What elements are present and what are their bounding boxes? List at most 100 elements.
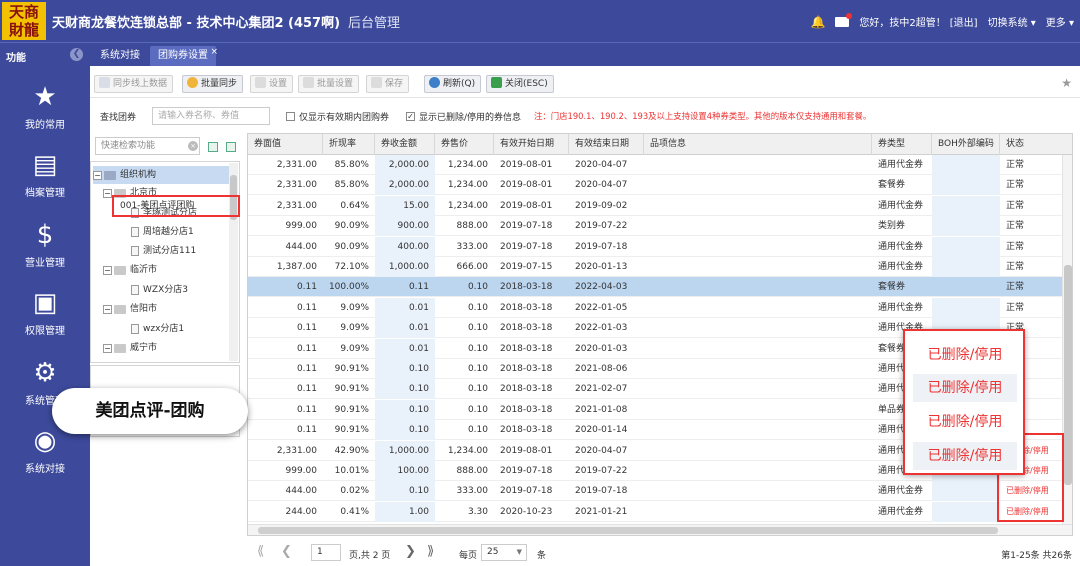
table-cell (644, 379, 872, 399)
column-header[interactable]: 券类型 (872, 134, 932, 155)
table-cell: 2,331.00 (276, 200, 317, 211)
expand-all-icon[interactable] (208, 142, 218, 152)
mail-icon[interactable] (835, 12, 853, 27)
table-cell: 2019-08-01 (500, 200, 553, 211)
tree-node-label: 组织机构 (120, 170, 157, 180)
search-input[interactable]: 请输入券名称、券值 (152, 107, 270, 125)
collapse-icon[interactable]: − (103, 304, 112, 314)
table-cell: 2019-07-18 (575, 241, 628, 252)
settings-button[interactable]: 设置 (250, 75, 294, 93)
tree-node-folder[interactable]: − 临沂市 (103, 261, 157, 279)
table-cell: 999.00 (285, 221, 318, 232)
store-icon (131, 227, 139, 237)
show-deleted-checkbox[interactable]: ✓ 显示已删除/停用的券信息 (406, 110, 521, 123)
table-row[interactable]: 1,387.00 72.10% 1,000.00 666.00 2019-07-15 20… (248, 257, 1072, 277)
refresh-button[interactable]: 刷新(Q) (424, 75, 482, 93)
page-input[interactable]: 1 (311, 544, 341, 561)
tree-node-folder[interactable]: − 威宁市 (103, 339, 157, 357)
table-row[interactable]: 0.11 9.09% 0.01 0.10 2018-03-18 2022-01-05 通用代… (248, 297, 1072, 318)
column-header[interactable]: 券收金额 (375, 134, 435, 155)
tree-node-store[interactable]: WZX分店3 (131, 281, 188, 299)
next-page-icon[interactable]: ❯ (405, 545, 416, 559)
column-header[interactable]: 状态 (1000, 134, 1064, 155)
checkbox-box[interactable] (286, 112, 295, 121)
tree-node-store[interactable]: 周培越分店1 (131, 223, 194, 241)
table-row[interactable]: 2,331.00 85.80% 2,000.00 1,234.00 2019-08-01… (248, 175, 1072, 196)
logout-link[interactable]: [退出] (950, 14, 978, 29)
table-cell: 2020-01-03 (575, 343, 628, 354)
checkbox-box[interactable]: ✓ (406, 112, 415, 121)
table-cell: 2018-03-18 (500, 343, 553, 354)
column-header[interactable]: BOH外部编码 (932, 134, 1000, 155)
table-cell: 正常 (1006, 262, 1025, 272)
sync-online-button[interactable]: 同步线上数据 (94, 75, 174, 93)
column-header[interactable]: 券售价 (435, 134, 494, 155)
tree-search-placeholder: 快速检索功能 (101, 141, 156, 151)
table-cell: 85.80% (334, 180, 369, 191)
store-icon (131, 285, 139, 295)
collapse-icon[interactable]: − (103, 343, 112, 353)
table-row[interactable]: 2,331.00 85.80% 2,000.00 1,234.00 2019-08-01… (248, 155, 1072, 175)
prev-page-icon[interactable]: ❮ (281, 545, 292, 559)
table-row[interactable]: 999.00 90.09% 900.00 888.00 2019-07-18 2019-0… (248, 216, 1072, 237)
pager: ⟪ ❮ 1 页,共 2 页 ❯ ⟫ 每页 25 ▼ 条 第1-25条 共26条 (247, 538, 1080, 566)
table-cell: 1,387.00 (276, 262, 317, 272)
scroll-thumb[interactable] (1064, 265, 1072, 485)
column-header[interactable]: 券面值 (248, 134, 323, 155)
more-menu[interactable]: 更多 ▾ (1046, 14, 1074, 29)
column-header[interactable]: 有效结束日期 (569, 134, 644, 155)
tree-node-store[interactable]: 测试分店111 (131, 242, 196, 260)
table-cell: 2,000.00 (375, 175, 435, 196)
table-cell: 0.10 (467, 302, 488, 313)
nav-item-favorites[interactable]: ★ 我的常用 (0, 82, 90, 131)
collapse-all-icon[interactable] (226, 142, 236, 152)
tree-node-folder[interactable]: − 信阳市 (103, 300, 157, 318)
table-cell: 2021-01-21 (575, 506, 628, 517)
per-page-select[interactable]: 25 ▼ (481, 544, 527, 561)
meituan-interface-item[interactable]: 001-美团点评团购 (112, 195, 240, 217)
clear-icon[interactable]: × (188, 141, 198, 151)
column-header[interactable]: 折现率 (323, 134, 375, 155)
batch-settings-button[interactable]: 批量设置 (298, 75, 360, 93)
collapse-nav-icon[interactable]: ❮ (70, 48, 83, 61)
table-row[interactable]: 444.00 90.09% 400.00 333.00 2019-07-18 2019-0… (248, 236, 1072, 257)
scroll-thumb[interactable] (258, 527, 998, 534)
valid-only-checkbox[interactable]: 仅显示有效期内团购券 (286, 110, 389, 123)
first-page-icon[interactable]: ⟪ (257, 545, 264, 559)
close-button[interactable]: 关闭(ESC) (486, 75, 554, 93)
table-row[interactable]: 444.00 0.02% 0.10 333.00 2019-07-18 2019-07-1… (248, 481, 1072, 502)
last-page-icon[interactable]: ⟫ (427, 545, 434, 559)
table-row[interactable]: 2,331.00 0.64% 15.00 1,234.00 2019-08-01 2019… (248, 195, 1072, 216)
tree-node-store[interactable]: wzx分店1 (131, 320, 184, 338)
table-cell: 0.11 (408, 282, 429, 293)
table-cell (932, 195, 1000, 216)
close-tab-icon[interactable]: × (210, 42, 218, 62)
save-button[interactable]: 保存 (366, 75, 410, 93)
switch-system-menu[interactable]: 切换系统 ▾ (988, 14, 1036, 29)
tab-system-integration[interactable]: 系统对接 (92, 46, 148, 67)
table-cell (932, 481, 1000, 502)
table-row[interactable]: 0.11 100.00% 0.11 0.10 2018-03-18 2022-04-03 套… (248, 277, 1072, 298)
column-header[interactable]: 品项信息 (644, 134, 872, 155)
table-row[interactable]: 244.00 0.41% 1.00 3.30 2020-10-23 2021-01-21 通… (248, 501, 1072, 522)
nav-item-business[interactable]: $ 营业管理 (0, 220, 90, 269)
tree-node-root[interactable]: − 组织机构 (93, 166, 229, 184)
table-cell: 2020-01-13 (575, 262, 628, 272)
tab-groupon-settings[interactable]: 团购券设置 × (150, 46, 218, 67)
batch-sync-button[interactable]: 批量同步 (182, 75, 244, 93)
nav-item-archive[interactable]: ▤ 档案管理 (0, 150, 90, 199)
collapse-icon[interactable]: − (93, 170, 102, 180)
favorite-star-icon[interactable]: ★ (1061, 76, 1072, 90)
record-summary: 第1-25条 共26条 (1001, 551, 1072, 561)
column-header[interactable]: 有效开始日期 (494, 134, 569, 155)
grid-horizontal-scrollbar[interactable] (248, 524, 1072, 535)
button-label: 关闭(ESC) (505, 79, 548, 89)
chevron-down-icon: ▼ (516, 548, 522, 556)
collapse-icon[interactable]: − (103, 265, 112, 275)
bell-icon[interactable]: 🔔 (810, 15, 825, 29)
tab-bar: 功能 ❮ 系统对接 团购券设置 × (0, 42, 1080, 67)
tree-search-input[interactable]: 快速检索功能 (95, 137, 200, 155)
tree-scrollbar[interactable] (229, 163, 238, 361)
nav-item-permission[interactable]: ▣ 权限管理 (0, 288, 90, 337)
collapse-icon[interactable]: − (103, 188, 112, 198)
